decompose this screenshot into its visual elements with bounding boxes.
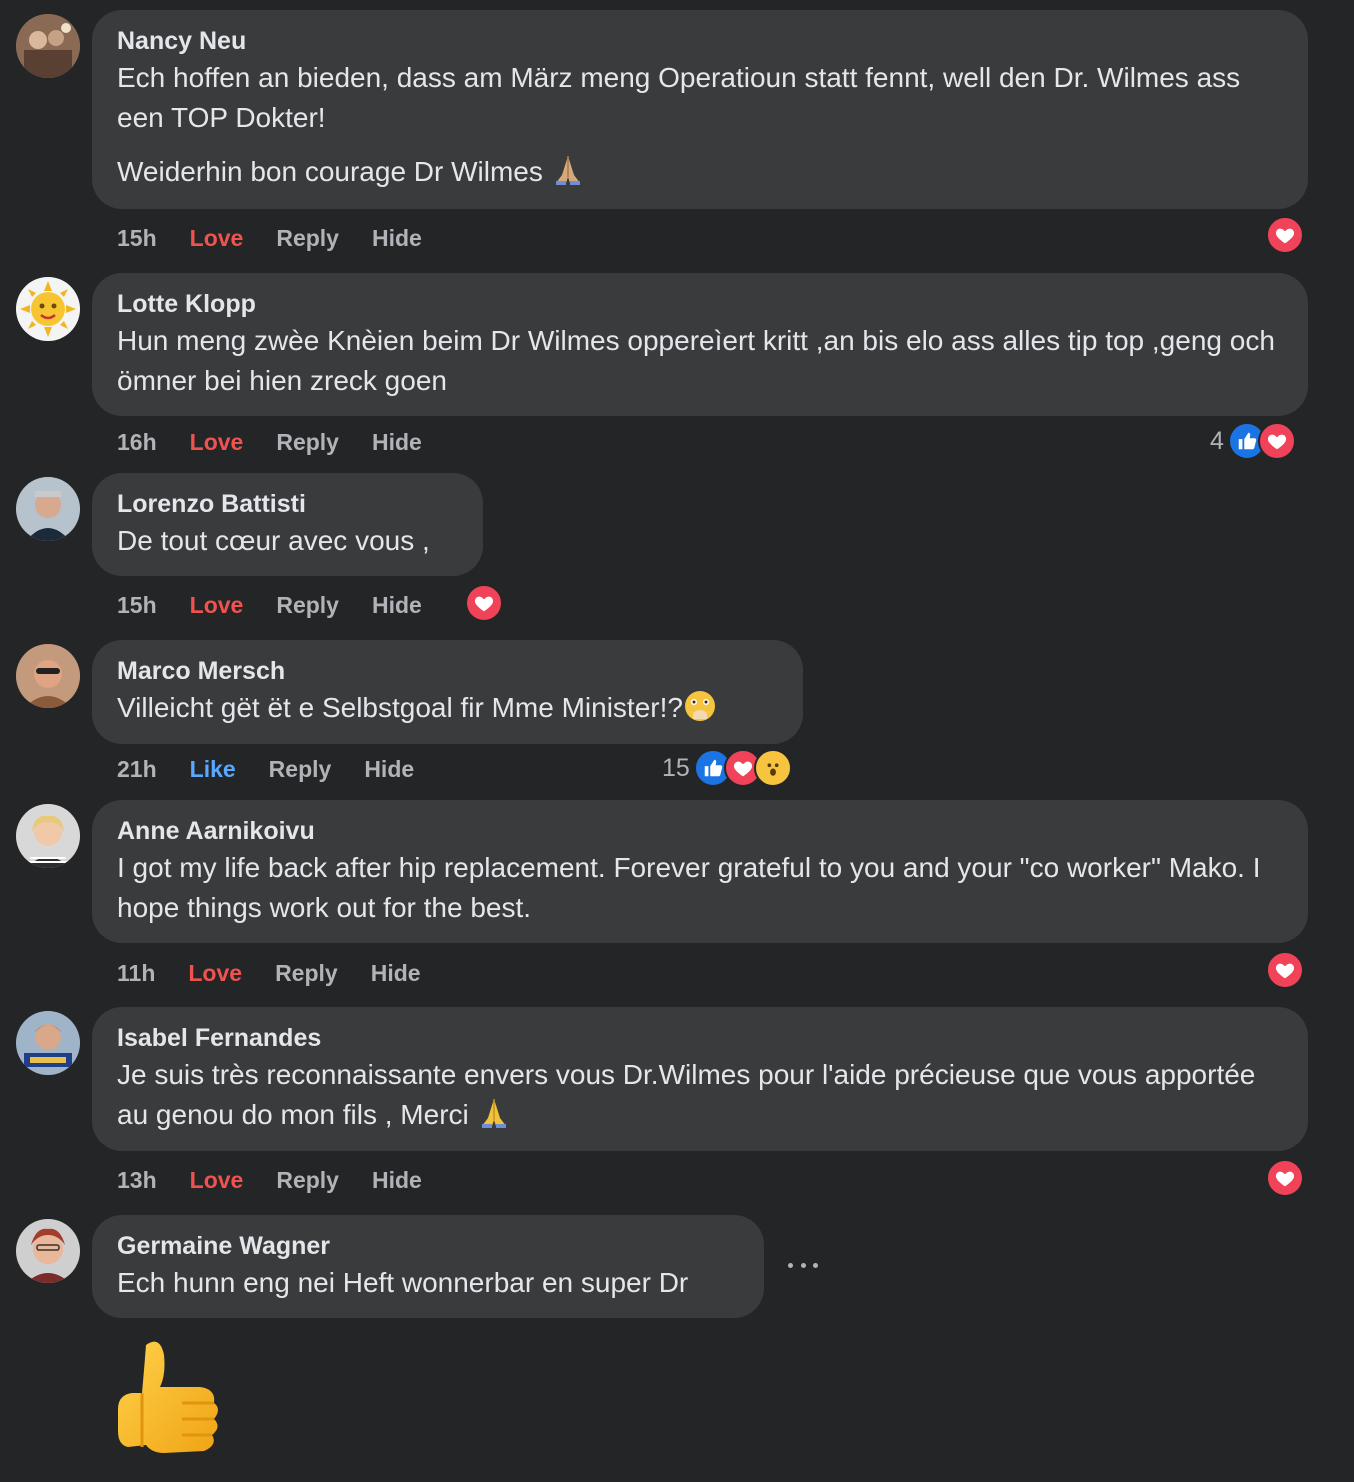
comment-actions: 13h Love Reply Hide — [117, 1164, 422, 1196]
comment-author[interactable]: Lotte Klopp — [117, 287, 1283, 321]
love-button[interactable]: Love — [190, 429, 244, 456]
comment-bubble: Marco Mersch Villeicht gët ët e Selbstgo… — [92, 640, 803, 744]
thumbs-up-sticker — [118, 1341, 218, 1453]
hide-button[interactable]: Hide — [372, 225, 422, 252]
timestamp[interactable]: 13h — [117, 1167, 157, 1194]
hide-button[interactable]: Hide — [364, 756, 414, 783]
comment-bubble: Lorenzo Battisti De tout cœur avec vous … — [92, 473, 483, 576]
comment-bubble: Anne Aarnikoivu I got my life back after… — [92, 800, 1308, 943]
comment-paragraph: Hun meng zwèe Knèien beim Dr Wilmes oppe… — [117, 325, 1275, 396]
timestamp[interactable]: 11h — [117, 960, 155, 987]
comment-actions: 21h Like Reply Hide — [117, 753, 414, 785]
heart-icon — [465, 584, 503, 622]
like-button[interactable]: Like — [190, 756, 236, 783]
comment-actions: 15h Love Reply Hide — [117, 222, 422, 254]
reaction-summary[interactable] — [1266, 951, 1304, 989]
comment-bubble: Lotte Klopp Hun meng zwèe Knèien beim Dr… — [92, 273, 1308, 416]
comment-text: I got my life back after hip replacement… — [117, 848, 1283, 928]
timestamp[interactable]: 15h — [117, 225, 157, 252]
comment-author[interactable]: Anne Aarnikoivu — [117, 814, 1283, 848]
timestamp[interactable]: 16h — [117, 429, 157, 456]
avatar[interactable] — [16, 804, 80, 868]
avatar[interactable] — [16, 14, 80, 78]
heart-icon — [1257, 422, 1296, 460]
love-button[interactable]: Love — [190, 1167, 244, 1194]
comment-paragraph: Ech hunn eng nei Heft wonnerbar en super… — [117, 1267, 689, 1298]
avatar[interactable] — [16, 1011, 80, 1075]
avatar[interactable] — [16, 644, 80, 708]
comment-paragraph: Je suis très reconnaissante envers vous … — [117, 1055, 1283, 1135]
comment-paragraph: Villeicht gët ët e Selbstgoal fir Mme Mi… — [117, 688, 778, 728]
folded-hands-icon — [481, 1099, 506, 1128]
comment-text: Hun meng zwèe Knèien beim Dr Wilmes oppe… — [117, 321, 1283, 401]
comment-actions: 11h Love Reply Hide — [117, 957, 421, 989]
reaction-summary[interactable] — [1266, 1159, 1304, 1197]
comment-text: Je suis très reconnaissante envers vous … — [117, 1055, 1283, 1135]
timestamp[interactable]: 21h — [117, 756, 157, 783]
hide-button[interactable]: Hide — [372, 592, 422, 619]
dot — [800, 1262, 806, 1268]
avatar[interactable] — [16, 1219, 80, 1283]
hide-button[interactable]: Hide — [372, 429, 422, 456]
love-button[interactable]: Love — [190, 225, 244, 252]
hide-button[interactable]: Hide — [371, 960, 421, 987]
heart-icon — [1266, 951, 1304, 989]
reply-button[interactable]: Reply — [276, 1167, 339, 1194]
hide-button[interactable]: Hide — [372, 1167, 422, 1194]
comment-text: Villeicht gët ët e Selbstgoal fir Mme Mi… — [117, 688, 778, 728]
comment-bubble: Nancy Neu Ech hoffen an bieden, dass am … — [92, 10, 1308, 209]
dot — [788, 1262, 793, 1268]
avatar[interactable] — [16, 477, 80, 541]
reply-button[interactable]: Reply — [276, 592, 339, 619]
reaction-count: 15 — [662, 753, 690, 782]
folded-hands-icon — [555, 156, 580, 185]
comment-paragraph-text: Je suis très reconnaissante envers vous … — [117, 1059, 1256, 1130]
more-options-button[interactable] — [788, 1255, 818, 1275]
reaction-summary[interactable] — [465, 584, 503, 622]
reply-button[interactable]: Reply — [276, 429, 339, 456]
reply-button[interactable]: Reply — [276, 225, 339, 252]
comment-author[interactable]: Marco Mersch — [117, 654, 778, 688]
timestamp[interactable]: 15h — [117, 592, 157, 619]
reaction-summary[interactable]: 4 — [1210, 422, 1296, 460]
reply-button[interactable]: Reply — [269, 756, 332, 783]
comment-text: De tout cœur avec vous , — [117, 521, 458, 561]
dot — [813, 1262, 818, 1268]
comment-actions: 15h Love Reply Hide — [117, 589, 422, 621]
comment-actions: 16h Love Reply Hide — [117, 426, 422, 458]
comment-paragraph: Ech hoffen an bieden, dass am März meng … — [117, 62, 1241, 133]
comment-text: Ech hoffen an bieden, dass am März meng … — [117, 58, 1283, 192]
wow-icon — [753, 749, 792, 787]
comment-paragraph-text: Villeicht gët ët e Selbstgoal fir Mme Mi… — [117, 692, 683, 723]
comment-text: Ech hunn eng nei Heft wonnerbar en super… — [117, 1263, 739, 1303]
comment-paragraph: Weiderhin bon courage Dr Wilmes — [117, 152, 1283, 192]
comment-author[interactable]: Nancy Neu — [117, 24, 1283, 58]
face-hand-over-mouth-icon — [684, 691, 715, 721]
comment-bubble: Isabel Fernandes Je suis très reconnaiss… — [92, 1007, 1308, 1151]
reply-button[interactable]: Reply — [275, 960, 338, 987]
avatar[interactable] — [16, 277, 80, 341]
reaction-summary[interactable] — [1266, 216, 1304, 254]
love-button[interactable]: Love — [190, 592, 244, 619]
comment-author[interactable]: Germaine Wagner — [117, 1229, 739, 1263]
comment-paragraph: I got my life back after hip replacement… — [117, 852, 1261, 923]
comment-paragraph: De tout cœur avec vous , — [117, 525, 430, 556]
comment-author[interactable]: Lorenzo Battisti — [117, 487, 458, 521]
heart-icon — [1266, 1159, 1304, 1197]
comment-paragraph-text: Weiderhin bon courage Dr Wilmes — [117, 156, 543, 187]
reaction-count: 4 — [1210, 426, 1224, 455]
heart-icon — [1266, 216, 1304, 254]
love-button[interactable]: Love — [188, 960, 242, 987]
reaction-summary[interactable]: 15 — [662, 749, 792, 787]
comment-author[interactable]: Isabel Fernandes — [117, 1021, 1283, 1055]
comment-bubble: Germaine Wagner Ech hunn eng nei Heft wo… — [92, 1215, 764, 1318]
